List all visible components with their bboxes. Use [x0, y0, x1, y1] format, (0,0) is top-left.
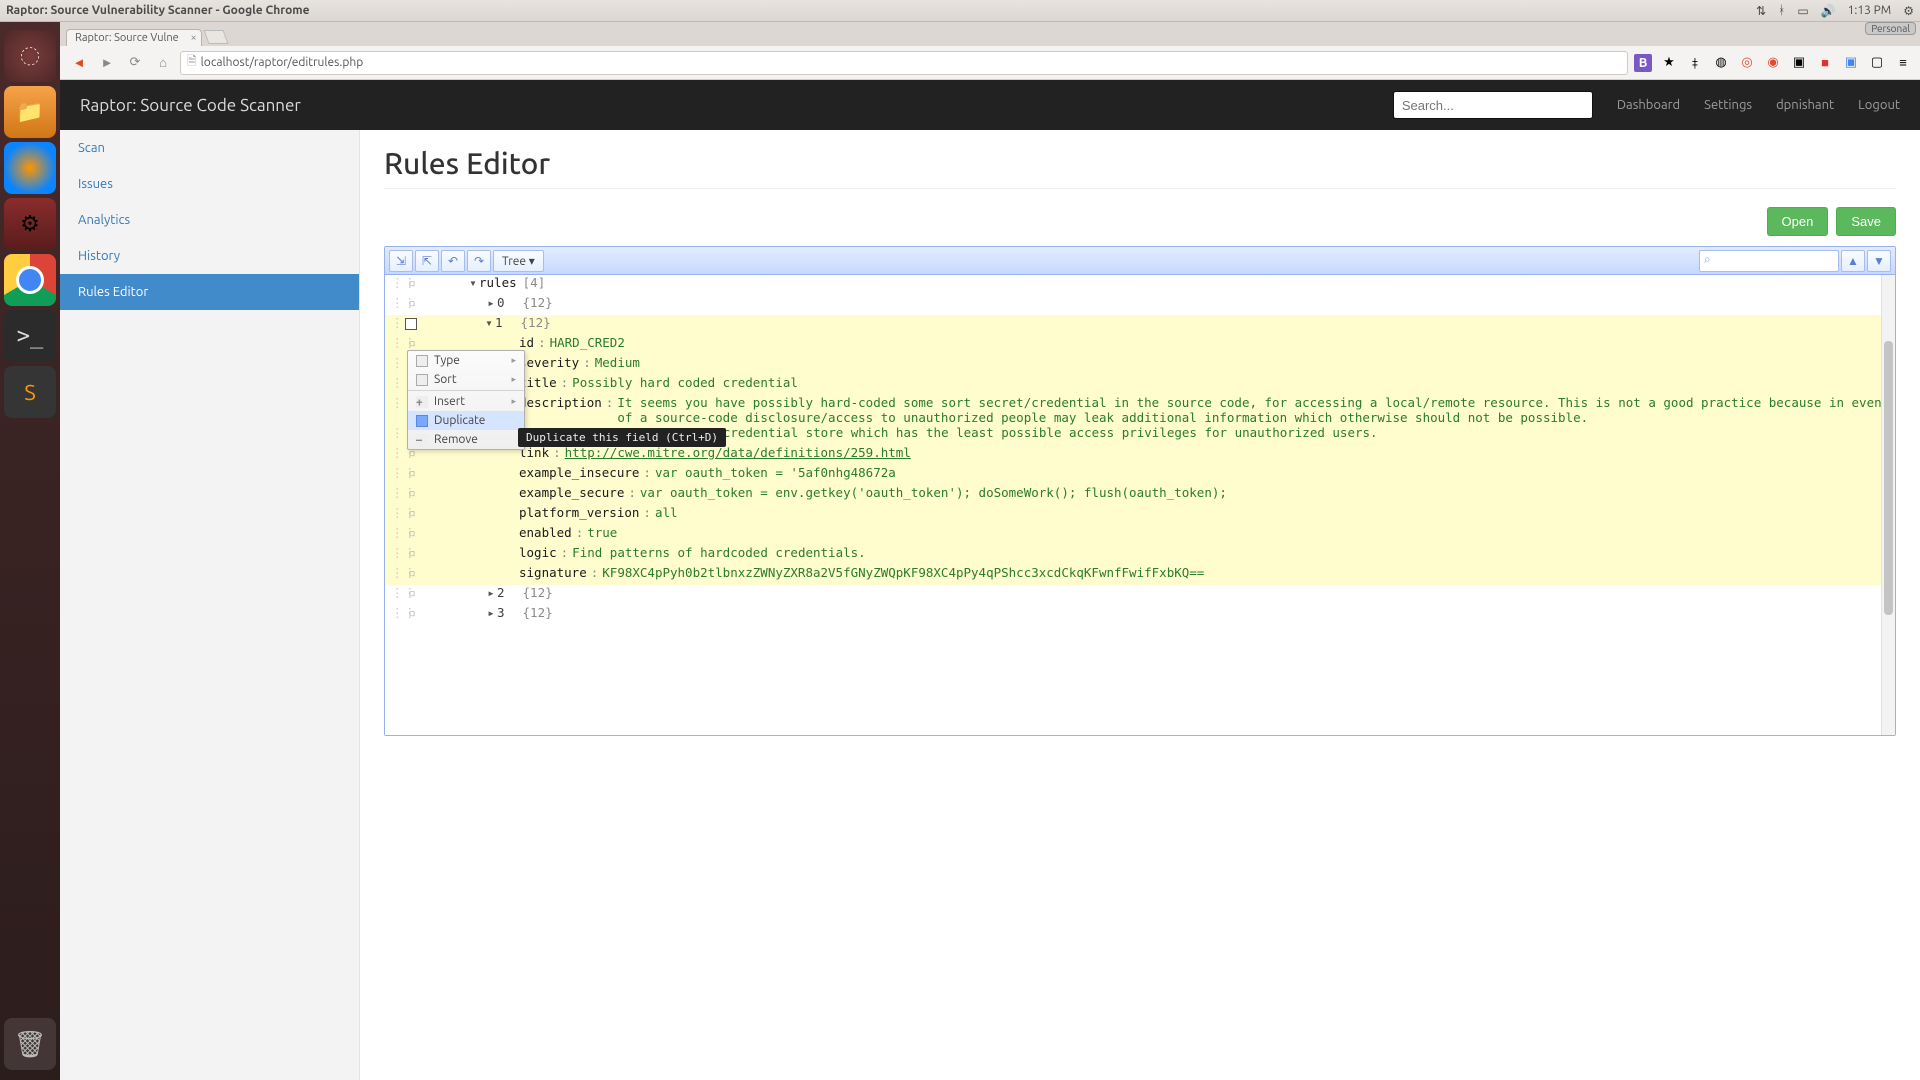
extension-icons: B ★ ‡ ◍ ◎ ◉ ▣ ■ ▣ ▢ ≡ — [1634, 54, 1912, 72]
page-title: Rules Editor — [384, 146, 1896, 180]
ctx-remove[interactable]: –Remove — [408, 430, 524, 449]
ext-target-icon[interactable]: ◎ — [1738, 54, 1756, 72]
system-tray: ⇅ ᚼ ▭ 🔊 1:13 PM ⚙ — [1756, 4, 1914, 18]
nav-back-icon[interactable]: ◄ — [68, 52, 90, 74]
ctx-insert[interactable]: +Insert▸ — [408, 392, 524, 411]
sidebar-item-history[interactable]: History — [60, 238, 359, 274]
link-value[interactable]: http://cwe.mitre.org/data/definitions/25… — [565, 445, 911, 460]
ext-circle1-icon[interactable]: ◍ — [1712, 54, 1730, 72]
files-icon[interactable]: 📁 — [4, 86, 56, 138]
tab-strip: Raptor: Source Vulne × — [60, 22, 1920, 46]
sound-icon[interactable]: 🔊 — [1821, 4, 1836, 18]
clock[interactable]: 1:13 PM — [1848, 4, 1892, 17]
editor-toolbar: ⇲ ⇱ ↶ ↷ Tree ▾ ▲ ▼ — [385, 247, 1895, 275]
editor-body[interactable]: ⋮⋮▫ ▾ rules [4] ⋮⋮▫ ▸ 0 {12} — [385, 275, 1895, 735]
new-tab-button[interactable] — [203, 30, 228, 44]
nav-forward-icon: ► — [96, 52, 118, 74]
url-text: localhost/raptor/editrules.php — [201, 56, 364, 69]
tab-close-icon[interactable]: × — [191, 32, 197, 44]
json-count: [4] — [523, 275, 546, 290]
json-editor: ⇲ ⇱ ↶ ↷ Tree ▾ ▲ ▼ ⋮⋮▫ — [384, 246, 1896, 736]
app-header: Raptor: Source Code Scanner Dashboard Se… — [60, 80, 1920, 130]
bluetooth-icon[interactable]: ᚼ — [1778, 4, 1785, 17]
redo-icon[interactable]: ↷ — [467, 250, 491, 272]
reload-icon[interactable]: ⟳ — [124, 52, 146, 74]
ext-recorder-icon[interactable]: ■ — [1816, 54, 1834, 72]
tooltip: Duplicate this field (Ctrl+D) — [518, 428, 726, 447]
nav-settings[interactable]: Settings — [1704, 98, 1752, 112]
editor-search-input[interactable] — [1699, 250, 1839, 272]
page-icon: 🗎 — [187, 52, 197, 73]
ctx-duplicate[interactable]: Duplicate — [408, 411, 524, 430]
window-title: Raptor: Source Vulnerability Scanner - G… — [6, 4, 310, 17]
app-brand[interactable]: Raptor: Source Code Scanner — [80, 96, 301, 115]
unity-launcher: ◌ 📁 ⚙ >_ S 🗑 — [0, 22, 60, 1080]
chrome-menu-icon[interactable]: ≡ — [1894, 54, 1912, 72]
address-bar: ◄ ► ⟳ ⌂ 🗎 localhost/raptor/editrules.php… — [60, 46, 1920, 80]
profile-badge[interactable]: Personal — [1865, 22, 1916, 35]
chrome-icon[interactable] — [4, 254, 56, 306]
ext-stop-icon[interactable]: ◉ — [1764, 54, 1782, 72]
nav-dashboard[interactable]: Dashboard — [1617, 98, 1680, 112]
browser-tab[interactable]: Raptor: Source Vulne × — [66, 29, 202, 46]
ext-tree-icon[interactable]: ‡ — [1686, 54, 1704, 72]
network-icon[interactable]: ⇅ — [1756, 4, 1766, 18]
search-input[interactable] — [1393, 91, 1593, 119]
battery-icon[interactable]: ▭ — [1797, 4, 1808, 18]
toggle-icon[interactable]: ▾ — [467, 275, 479, 290]
collapse-all-icon[interactable]: ⇱ — [415, 250, 439, 272]
home-icon[interactable]: ⌂ — [152, 52, 174, 74]
divider — [384, 188, 1896, 189]
scrollbar[interactable] — [1881, 275, 1895, 735]
nav-user[interactable]: dpnishant — [1776, 98, 1834, 112]
browser-window: Raptor: Source Vulne × ◄ ► ⟳ ⌂ 🗎 localho… — [60, 22, 1920, 1080]
context-menu: Type▸ Sort▸ +Insert▸ Duplicate –Remove — [407, 350, 525, 450]
row-action-icon[interactable] — [405, 318, 417, 330]
trash-icon[interactable]: 🗑 — [4, 1018, 56, 1070]
sidebar: Scan Issues Analytics History Rules Edit… — [60, 130, 360, 1080]
dash-icon[interactable]: ◌ — [4, 30, 56, 82]
ext-translate-icon[interactable]: ▣ — [1842, 54, 1860, 72]
save-button[interactable]: Save — [1836, 207, 1896, 236]
search-next-icon[interactable]: ▼ — [1867, 250, 1891, 272]
ext-bootstrap-icon[interactable]: B — [1634, 54, 1652, 72]
sidebar-item-rules-editor[interactable]: Rules Editor — [60, 274, 359, 310]
search-prev-icon[interactable]: ▲ — [1841, 250, 1865, 272]
settings-icon[interactable]: ⚙ — [4, 198, 56, 250]
sidebar-item-scan[interactable]: Scan — [60, 130, 359, 166]
omnibox[interactable]: 🗎 localhost/raptor/editrules.php — [180, 51, 1628, 75]
json-key: rules — [479, 275, 517, 290]
expand-all-icon[interactable]: ⇲ — [389, 250, 413, 272]
open-button[interactable]: Open — [1767, 207, 1829, 236]
sublime-icon[interactable]: S — [4, 366, 56, 418]
session-icon[interactable]: ⚙ — [1903, 4, 1914, 18]
os-topbar: Raptor: Source Vulnerability Scanner - G… — [0, 0, 1920, 22]
ext-shield-icon[interactable]: ▣ — [1790, 54, 1808, 72]
sidebar-item-analytics[interactable]: Analytics — [60, 202, 359, 238]
nav-logout[interactable]: Logout — [1858, 98, 1900, 112]
ctx-type[interactable]: Type▸ — [408, 351, 524, 370]
mode-dropdown[interactable]: Tree ▾ — [493, 250, 544, 272]
ext-cast-icon[interactable]: ▢ — [1868, 54, 1886, 72]
sidebar-item-issues[interactable]: Issues — [60, 166, 359, 202]
tab-title: Raptor: Source Vulne — [75, 32, 179, 44]
ctx-sort[interactable]: Sort▸ — [408, 370, 524, 389]
ext-star-icon[interactable]: ★ — [1660, 54, 1678, 72]
firefox-icon[interactable] — [4, 142, 56, 194]
terminal-icon[interactable]: >_ — [4, 310, 56, 362]
undo-icon[interactable]: ↶ — [441, 250, 465, 272]
